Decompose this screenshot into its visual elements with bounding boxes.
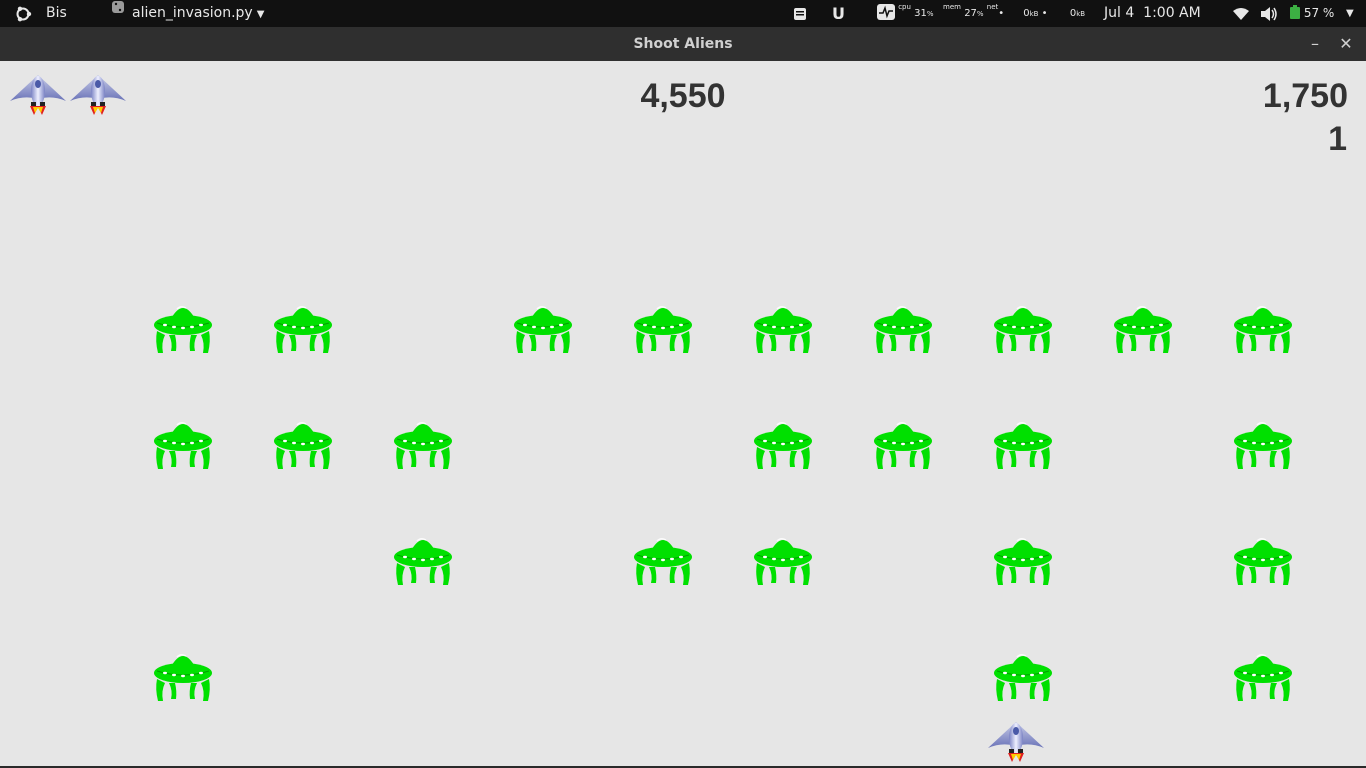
alien-icon xyxy=(153,417,213,475)
u-tray-icon[interactable]: U xyxy=(832,0,845,27)
score-display: 4,550 xyxy=(640,77,726,115)
alien-icon xyxy=(993,301,1053,359)
alien-icon xyxy=(273,301,333,359)
volume-icon[interactable] xyxy=(1260,0,1278,27)
close-button[interactable]: ✕ xyxy=(1336,34,1356,54)
alien-icon xyxy=(273,417,333,475)
clock-time: 1:00 AM xyxy=(1143,5,1201,21)
alien-icon xyxy=(393,533,453,591)
mem-unit: % xyxy=(976,10,984,18)
alien-icon xyxy=(153,649,213,707)
system-top-panel: Bis alien_invasion.py ▼ U cpu 31% mem 27… xyxy=(0,0,1366,27)
wifi-icon[interactable] xyxy=(1232,0,1250,27)
notes-icon[interactable] xyxy=(792,0,808,27)
window-titlebar: Shoot Aliens – ✕ xyxy=(0,27,1366,61)
minimize-button[interactable]: – xyxy=(1305,34,1325,54)
battery-percent: 57 % xyxy=(1303,6,1335,20)
net-label: net xyxy=(986,3,999,11)
net-down-arrow-icon: • xyxy=(998,8,1005,19)
alien-icon xyxy=(1233,533,1293,591)
system-monitor[interactable]: cpu 31% mem 27% net• 0kB • 0kB xyxy=(877,0,1085,27)
cpu-label: cpu xyxy=(898,3,911,11)
ship-life-icon xyxy=(8,69,68,117)
pulse-icon xyxy=(877,3,898,20)
player-ship-icon xyxy=(986,716,1046,764)
cpu-value: 31 xyxy=(914,8,927,19)
system-menu-chevron-down-icon[interactable]: ▼ xyxy=(1346,0,1354,27)
chevron-down-icon: ▼ xyxy=(256,9,265,20)
clock[interactable]: Jul 4 1:00 AM xyxy=(1104,0,1201,27)
alien-icon xyxy=(1233,301,1293,359)
ship-life-icon xyxy=(68,69,128,117)
mem-label: mem xyxy=(943,3,961,11)
net-down-unit: kB xyxy=(1029,10,1039,18)
ubuntu-logo-icon[interactable] xyxy=(14,0,32,27)
alien-icon xyxy=(393,417,453,475)
alien-icon xyxy=(753,533,813,591)
alien-icon xyxy=(873,301,933,359)
app-menu[interactable]: alien_invasion.py ▼ xyxy=(110,0,264,27)
alien-icon xyxy=(633,533,693,591)
python-app-icon xyxy=(110,0,126,25)
alien-icon xyxy=(1113,301,1173,359)
alien-icon xyxy=(993,649,1053,707)
alien-icon xyxy=(1233,417,1293,475)
alien-icon xyxy=(153,301,213,359)
app-menu-label: alien_invasion.py xyxy=(132,5,253,21)
game-canvas: 4,550 1,750 1 xyxy=(0,61,1366,766)
battery-indicator[interactable]: 57 % xyxy=(1290,0,1334,27)
window-title: Shoot Aliens xyxy=(633,36,733,52)
alien-icon xyxy=(753,417,813,475)
alien-icon xyxy=(993,417,1053,475)
alien-icon xyxy=(633,301,693,359)
level-display: 1 xyxy=(1328,120,1347,158)
battery-icon xyxy=(1290,5,1304,20)
net-up-arrow-icon: • xyxy=(1041,8,1048,19)
cpu-unit: % xyxy=(926,10,934,18)
alien-icon xyxy=(993,533,1053,591)
net-up-unit: kB xyxy=(1076,10,1086,18)
alien-icon xyxy=(1233,649,1293,707)
clock-date: Jul 4 xyxy=(1104,5,1135,21)
alien-icon xyxy=(753,301,813,359)
alien-icon xyxy=(873,417,933,475)
mem-value: 27 xyxy=(964,8,977,19)
activities-button[interactable]: Bis xyxy=(46,0,67,27)
high-score-display: 1,750 xyxy=(1262,77,1348,115)
alien-icon xyxy=(513,301,573,359)
